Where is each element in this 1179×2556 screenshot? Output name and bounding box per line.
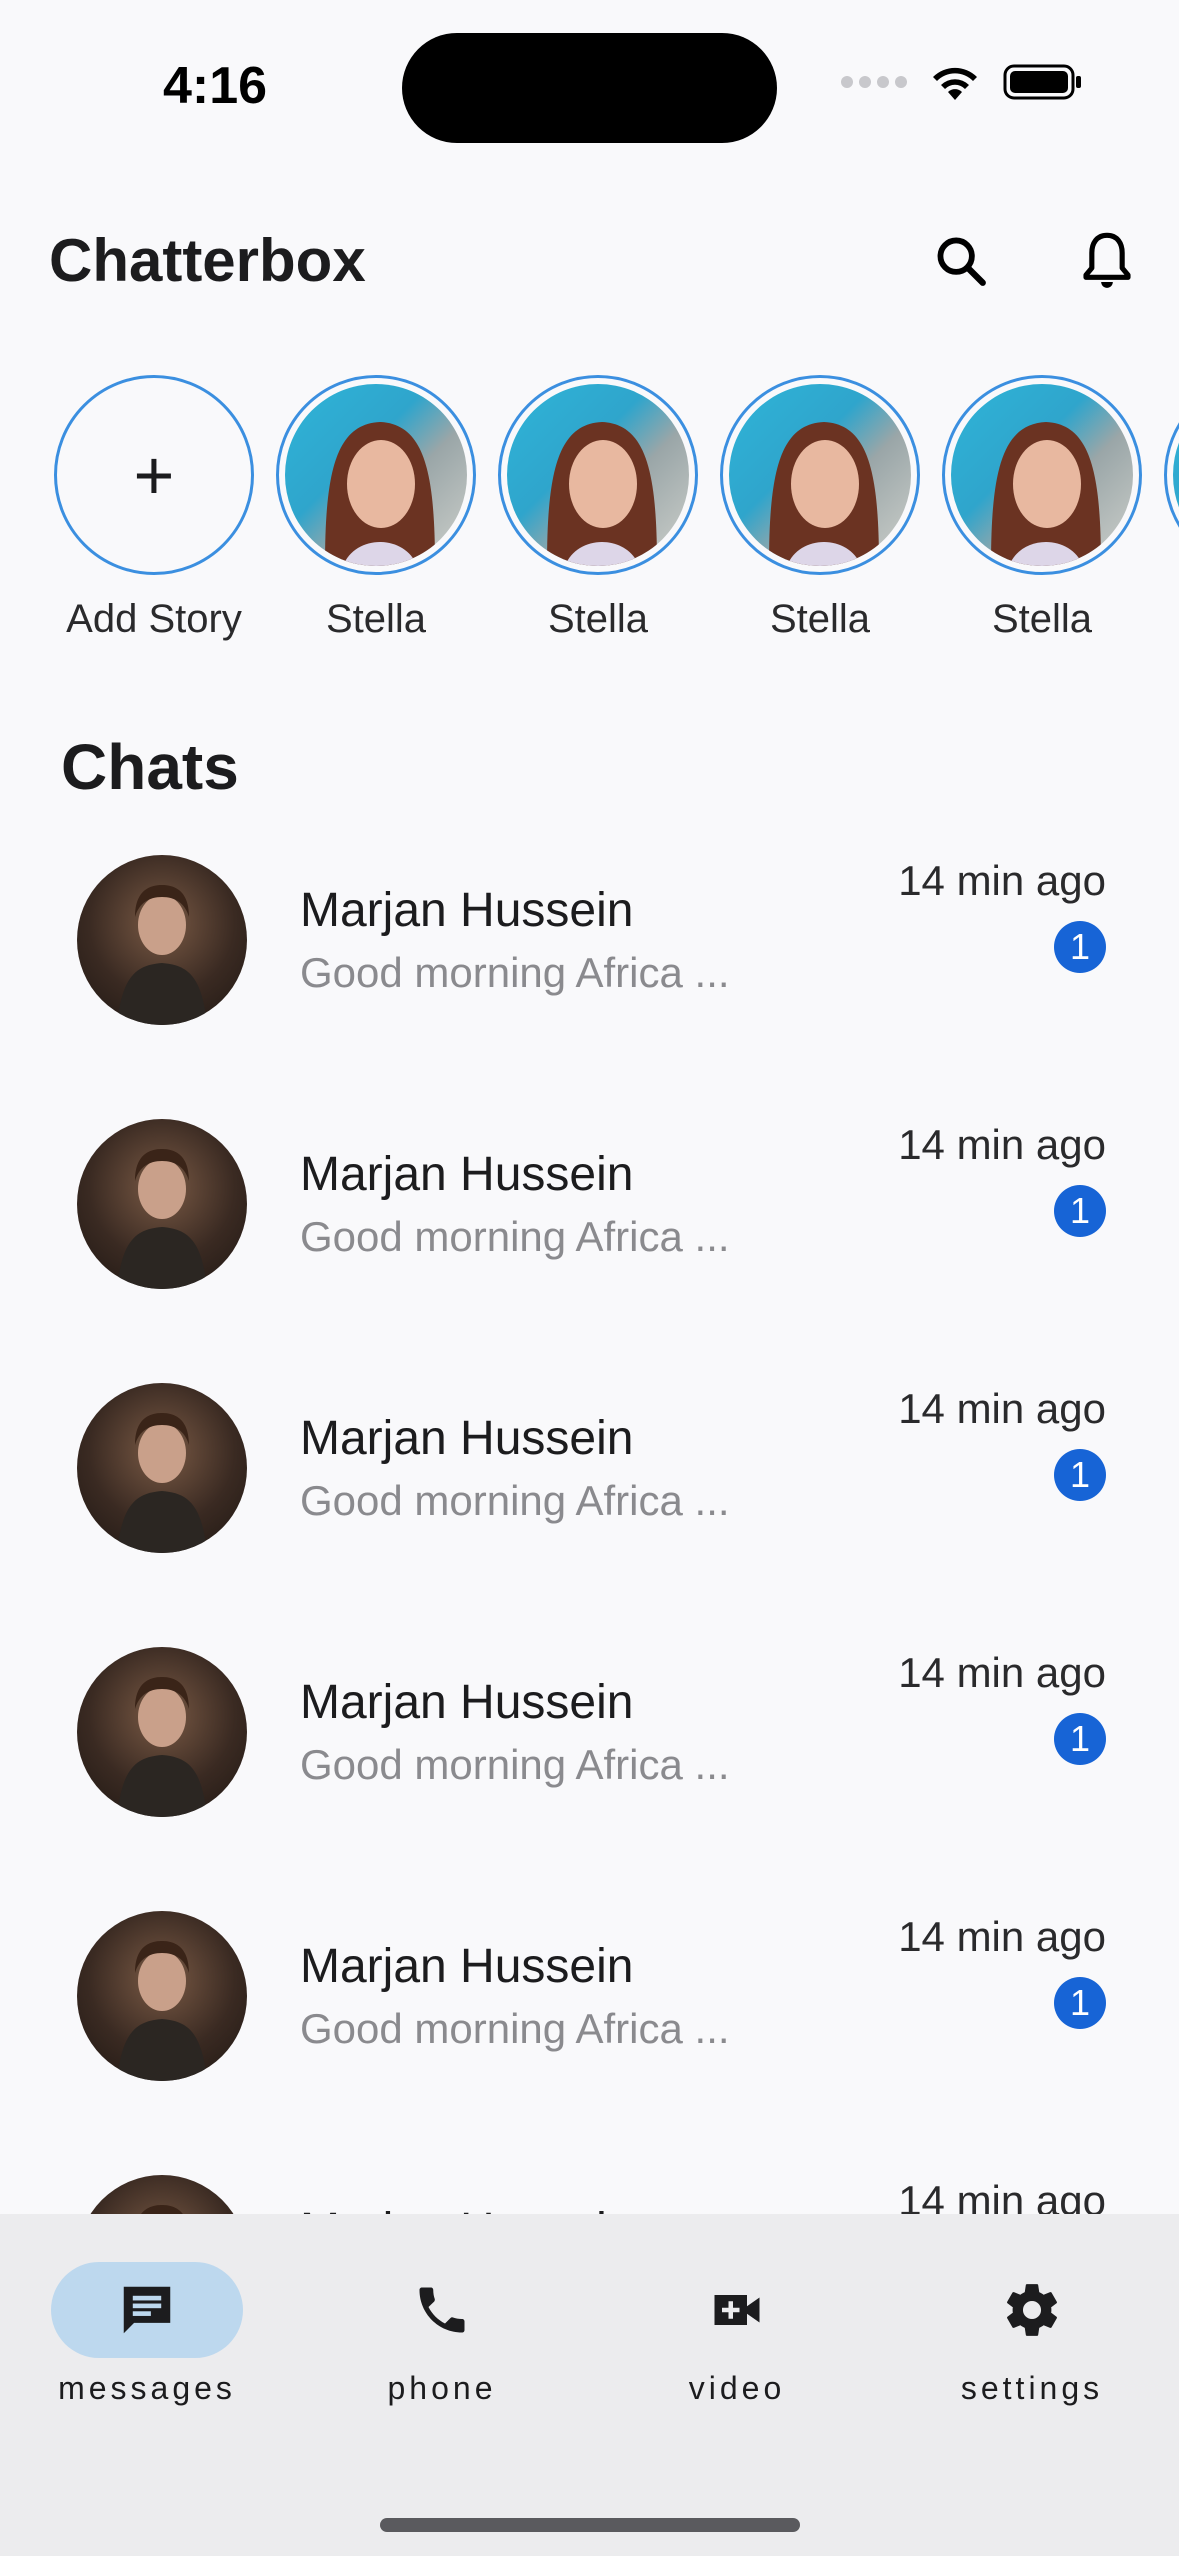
stories-row: + Add Story Stella Stella Stella Stella — [49, 375, 1179, 655]
chat-row[interactable]: Marjan Hussein Good morning Africa ... 14 … — [0, 1383, 1179, 1647]
nav-label: settings — [960, 2370, 1104, 2406]
battery-icon — [1003, 64, 1081, 100]
message-icon — [123, 2286, 171, 2334]
status-icons — [841, 62, 1083, 102]
message-preview: Good morning Africa ... — [300, 1477, 730, 1524]
home-indicator — [380, 2518, 800, 2532]
story-label: Stella — [325, 597, 427, 641]
nav-video[interactable]: video — [607, 2262, 867, 2407]
message-preview: Good morning Africa ... — [300, 1741, 730, 1788]
contact-name: Marjan Hussein — [300, 1148, 634, 1201]
story-label: Stella — [991, 597, 1093, 641]
bell-icon[interactable] — [1072, 226, 1142, 296]
nav-phone[interactable]: phone — [312, 2262, 572, 2407]
nav-label: video — [688, 2370, 786, 2406]
story-label: Stella — [547, 597, 649, 641]
nav-messages[interactable]: messages — [17, 2262, 277, 2407]
message-time: 14 min ago — [898, 1913, 1106, 1960]
unread-badge: 1 — [1054, 1449, 1106, 1501]
unread-badge: 1 — [1054, 1713, 1106, 1765]
contact-name: Marjan Hussein — [300, 884, 634, 937]
story-label: Add Story — [66, 597, 242, 641]
story-avatar — [1173, 384, 1179, 566]
message-time: 14 min ago — [898, 1649, 1106, 1696]
story-item[interactable]: Stella — [937, 375, 1147, 642]
chat-avatar — [77, 1383, 247, 1553]
add-story-button[interactable]: + Add Story — [49, 375, 259, 642]
message-time: 14 min ago — [898, 1121, 1106, 1168]
story-avatar — [285, 384, 467, 566]
contact-name: Marjan Hussein — [300, 1940, 634, 1993]
message-preview: Good morning Africa ... — [300, 949, 730, 996]
message-preview: Good morning Africa ... — [300, 1213, 730, 1260]
chat-avatar — [77, 1911, 247, 2081]
dynamic-island — [402, 33, 777, 143]
nav-label: phone — [387, 2370, 497, 2406]
chats-heading: Chats — [61, 731, 239, 803]
message-time: 14 min ago — [898, 857, 1106, 904]
nav-label: messages — [58, 2370, 236, 2406]
unread-badge: 1 — [1054, 921, 1106, 973]
plus-icon: + — [133, 436, 175, 514]
bottom-navigation-bar: messages phone video settings — [0, 2214, 1179, 2556]
chat-home-screen: 4:16 Chatterbox + Add Story Stella Stell… — [0, 0, 1179, 2556]
chat-row[interactable]: Marjan Hussein Good morning Africa ... 14 … — [0, 1119, 1179, 1383]
chat-avatar — [77, 1647, 247, 1817]
story-avatar — [729, 384, 911, 566]
story-item-partial[interactable] — [1159, 375, 1179, 575]
story-item[interactable]: Stella — [493, 375, 703, 642]
status-time: 4:16 — [163, 57, 268, 115]
contact-name: Marjan Hussein — [300, 1676, 634, 1729]
contact-name: Marjan Hussein — [300, 1412, 634, 1465]
add-story-circle[interactable]: + — [54, 375, 254, 575]
story-avatar — [951, 384, 1133, 566]
search-icon[interactable] — [926, 226, 996, 296]
app-title: Chatterbox — [49, 227, 366, 294]
cellular-signal-icon — [841, 76, 907, 88]
story-label: Stella — [769, 597, 871, 641]
story-avatar — [507, 384, 689, 566]
story-item[interactable]: Stella — [715, 375, 925, 642]
chat-row[interactable]: Marjan Hussein Good morning Africa ... 14 … — [0, 855, 1179, 1119]
chat-avatar — [77, 1119, 247, 1289]
nav-settings[interactable]: settings — [902, 2262, 1162, 2407]
phone-icon — [419, 2287, 465, 2333]
unread-badge: 1 — [1054, 1977, 1106, 2029]
story-item[interactable]: Stella — [271, 375, 481, 642]
message-preview: Good morning Africa ... — [300, 2005, 730, 2052]
chat-row[interactable]: Marjan Hussein Good morning Africa ... 14 … — [0, 1911, 1179, 2175]
video-call-icon — [714, 2295, 760, 2325]
chat-row[interactable]: Marjan Hussein Good morning Africa ... 14 … — [0, 1647, 1179, 1911]
message-time: 14 min ago — [898, 1385, 1106, 1432]
wifi-icon — [933, 67, 977, 100]
unread-badge: 1 — [1054, 1185, 1106, 1237]
gear-icon — [1007, 2284, 1057, 2336]
chat-avatar — [77, 855, 247, 1025]
